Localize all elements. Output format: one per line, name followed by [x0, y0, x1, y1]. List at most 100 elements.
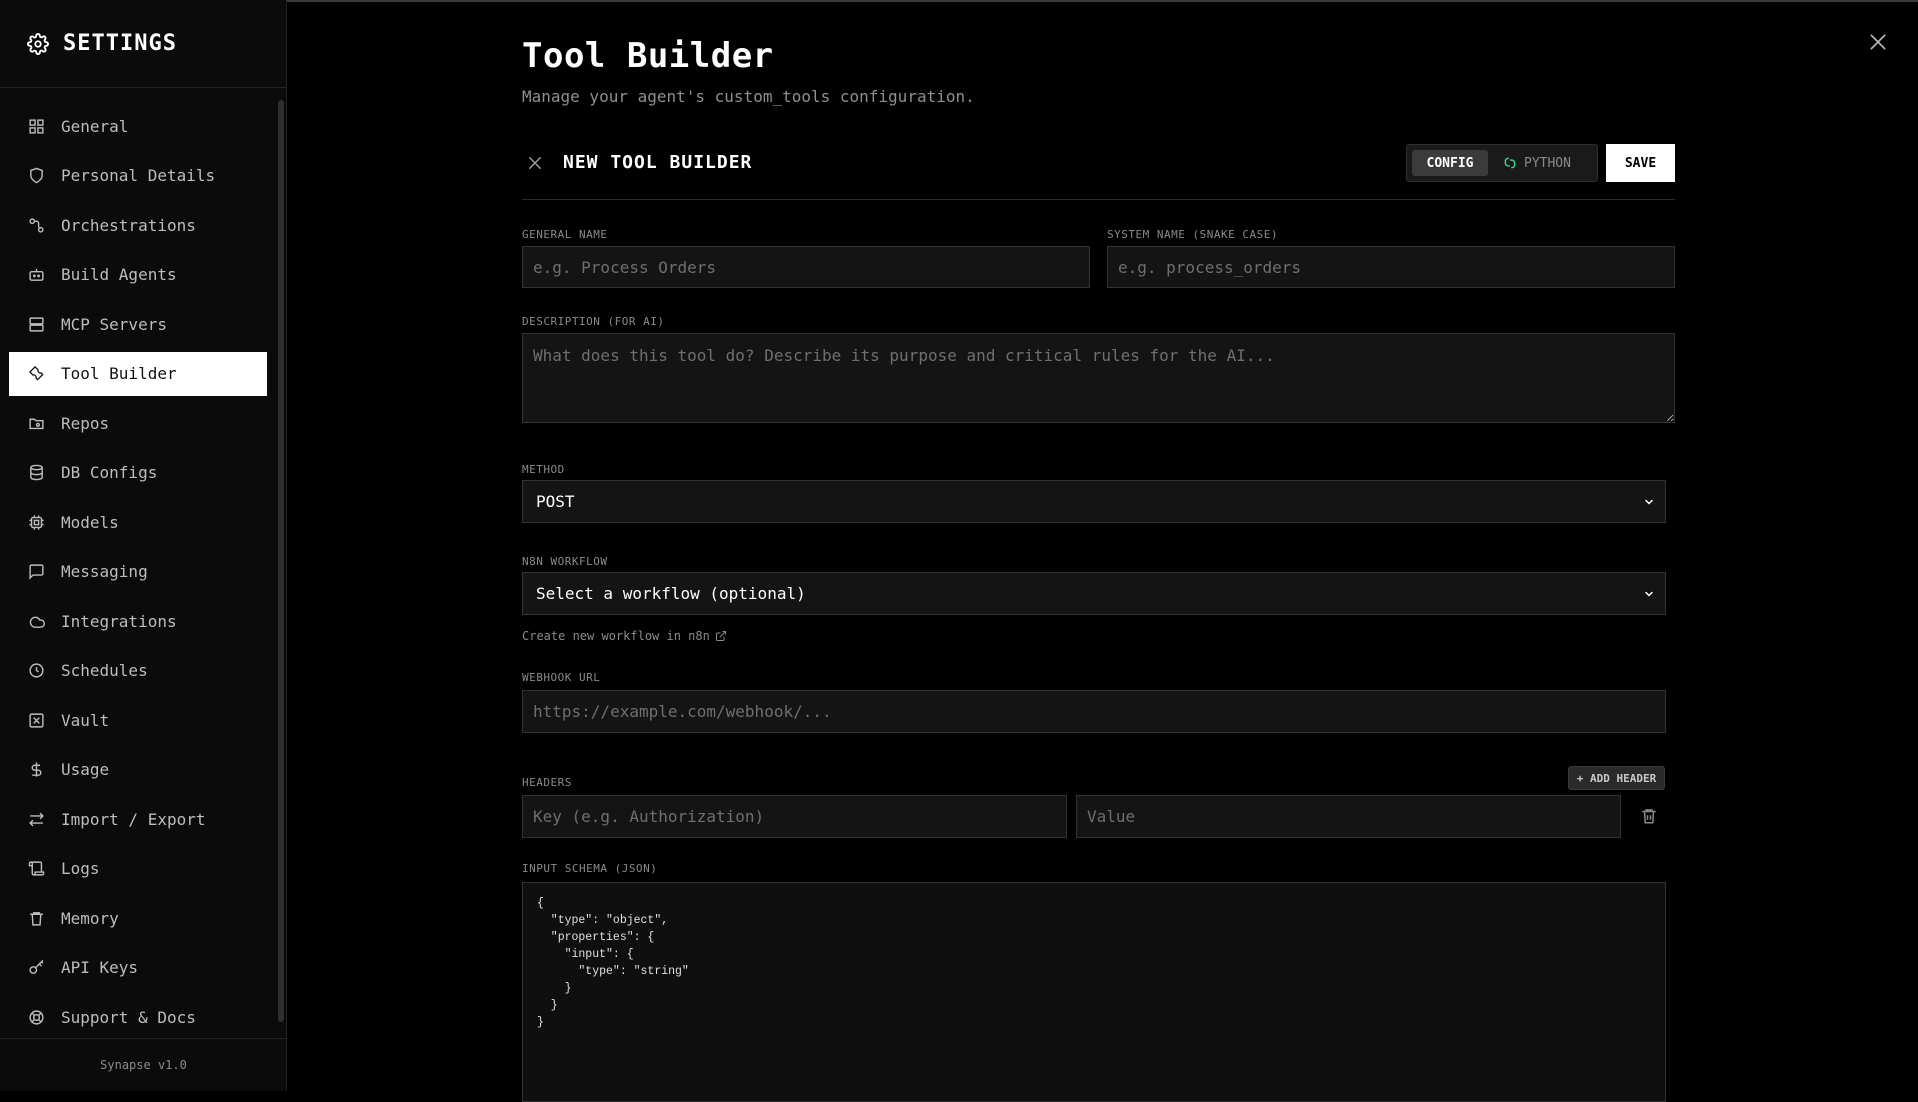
- sidebar-item-label: General: [61, 116, 129, 136]
- wrench-icon: [29, 366, 44, 381]
- python-tab-label: PYTHON: [1524, 155, 1571, 171]
- general-name-input[interactable]: [522, 246, 1090, 288]
- sidebar-item-label: Models: [61, 512, 119, 532]
- grid-icon: [29, 118, 44, 134]
- python-icon: [1504, 157, 1516, 169]
- header-value-input[interactable]: [1076, 795, 1621, 838]
- top-border: [0, 0, 1918, 2]
- sidebar-item-label: Import / Export: [61, 809, 206, 829]
- sidebar-nav: General Personal Details Orchestrations …: [9, 104, 267, 1045]
- sidebar-item-models[interactable]: Models: [9, 500, 267, 544]
- close-icon[interactable]: [1868, 32, 1888, 52]
- lifebuoy-icon: [29, 1009, 44, 1025]
- sidebar-item-mcp-servers[interactable]: MCP Servers: [9, 302, 267, 346]
- workflow-select[interactable]: Select a workflow (optional): [522, 572, 1666, 615]
- workflow-value: Select a workflow (optional): [536, 584, 806, 603]
- sidebar-item-logs[interactable]: Logs: [9, 847, 267, 891]
- sidebar-item-tool-builder[interactable]: Tool Builder: [9, 351, 267, 396]
- webhook-url-input[interactable]: [522, 690, 1666, 733]
- message-icon: [29, 564, 44, 580]
- sidebar-item-label: API Keys: [61, 958, 139, 977]
- create-workflow-text: Create new workflow in n8n: [522, 629, 710, 643]
- sidebar-item-db-configs[interactable]: DB Configs: [9, 451, 267, 495]
- cloud-icon: [29, 616, 45, 628]
- sidebar-item-vault[interactable]: Vault: [9, 698, 267, 742]
- gear-icon: [27, 32, 49, 55]
- create-workflow-link[interactable]: Create new workflow in n8n: [522, 629, 727, 643]
- description-label: DESCRIPTION (FOR AI): [522, 315, 665, 328]
- database-icon: [30, 464, 43, 481]
- add-header-label: + ADD HEADER: [1576, 771, 1657, 785]
- method-value: POST: [536, 492, 575, 511]
- sidebar-title: SETTINGS: [63, 31, 177, 56]
- config-tab-label: CONFIG: [1426, 155, 1474, 171]
- sidebar-item-memory[interactable]: Memory: [9, 896, 267, 940]
- folder-git-icon: [29, 418, 44, 429]
- description-textarea[interactable]: [522, 333, 1675, 423]
- sidebar-item-label: Build Agents: [61, 265, 177, 284]
- sidebar-version: Synapse v1.0: [0, 1038, 287, 1091]
- builder-header: NEW TOOL BUILDER CONFIG PYTHON SAVE: [522, 140, 1675, 200]
- sidebar-item-label: Vault: [61, 710, 110, 730]
- add-header-button[interactable]: + ADD HEADER: [1568, 766, 1665, 790]
- version-text: Synapse v1.0: [100, 1058, 187, 1072]
- sidebar-item-label: MCP Servers: [61, 314, 167, 334]
- sidebar-item-usage[interactable]: Usage: [9, 748, 267, 792]
- sidebar-item-schedules[interactable]: Schedules: [9, 649, 267, 693]
- sidebar-item-general[interactable]: General: [9, 104, 267, 148]
- clock-icon: [29, 663, 44, 678]
- sidebar-item-import-export[interactable]: Import / Export: [9, 797, 267, 841]
- server-icon: [29, 316, 44, 332]
- settings-sidebar: SETTINGS General Personal Details Orches…: [0, 0, 287, 1091]
- schema-label: INPUT SCHEMA (JSON): [522, 862, 658, 875]
- sidebar-item-messaging[interactable]: Messaging: [9, 550, 267, 594]
- page-title: Tool Builder: [522, 36, 774, 76]
- mode-toggle: CONFIG PYTHON: [1406, 144, 1598, 182]
- external-link-icon: [715, 631, 726, 641]
- chevron-down-icon: [1645, 591, 1653, 597]
- sidebar-item-label: Personal Details: [61, 166, 216, 185]
- key-icon: [29, 959, 44, 974]
- vault-icon: [29, 712, 44, 728]
- sidebar-item-label: DB Configs: [61, 463, 158, 482]
- scroll-icon: [28, 861, 45, 876]
- sidebar-item-personal-details[interactable]: Personal Details: [9, 154, 267, 198]
- page-subtitle: Manage your agent's custom_tools configu…: [522, 87, 975, 106]
- workflow-icon: [29, 217, 44, 233]
- sidebar-item-build-agents[interactable]: Build Agents: [9, 253, 267, 297]
- workflow-label: N8N WORKFLOW: [522, 555, 608, 568]
- header-key-input[interactable]: [522, 795, 1067, 838]
- close-builder-icon[interactable]: [526, 154, 544, 172]
- sidebar-item-label: Repos: [61, 413, 110, 433]
- sidebar-item-integrations[interactable]: Integrations: [9, 599, 267, 643]
- config-tab[interactable]: CONFIG: [1412, 150, 1488, 176]
- sidebar-scrollbar[interactable]: [278, 100, 284, 1022]
- python-tab[interactable]: PYTHON: [1503, 150, 1571, 176]
- sidebar-item-api-keys[interactable]: API Keys: [9, 946, 267, 990]
- chevron-down-icon: [1645, 499, 1653, 505]
- input-schema-editor[interactable]: { "type": "object", "properties": { "inp…: [522, 882, 1666, 1102]
- method-select[interactable]: POST: [522, 480, 1666, 523]
- save-button[interactable]: SAVE: [1606, 144, 1675, 182]
- sidebar-header: SETTINGS: [0, 0, 286, 88]
- system-name-input[interactable]: [1107, 246, 1675, 288]
- sidebar-item-support-docs[interactable]: Support & Docs: [9, 995, 267, 1039]
- sidebar-item-label: Logs: [61, 859, 100, 878]
- cpu-icon: [29, 514, 44, 530]
- sidebar-item-label: Support & Docs: [61, 1007, 196, 1027]
- sidebar-item-label: Usage: [61, 760, 110, 779]
- system-name-label: SYSTEM NAME (SNAKE CASE): [1107, 228, 1278, 241]
- sidebar-item-label: Integrations: [61, 611, 177, 631]
- sidebar-item-label: Schedules: [61, 661, 148, 680]
- builder-title: NEW TOOL BUILDER: [563, 152, 753, 173]
- sidebar-item-label: Tool Builder: [61, 364, 177, 383]
- sidebar-item-repos[interactable]: Repos: [9, 401, 267, 445]
- trash-icon: [30, 911, 43, 926]
- sidebar-item-label: Memory: [61, 908, 119, 928]
- arrows-icon: [29, 812, 44, 826]
- delete-header-icon[interactable]: [1640, 807, 1658, 825]
- method-label: METHOD: [522, 463, 565, 476]
- shield-icon: [30, 167, 43, 184]
- sidebar-item-orchestrations[interactable]: Orchestrations: [9, 203, 267, 247]
- bot-icon: [29, 268, 44, 281]
